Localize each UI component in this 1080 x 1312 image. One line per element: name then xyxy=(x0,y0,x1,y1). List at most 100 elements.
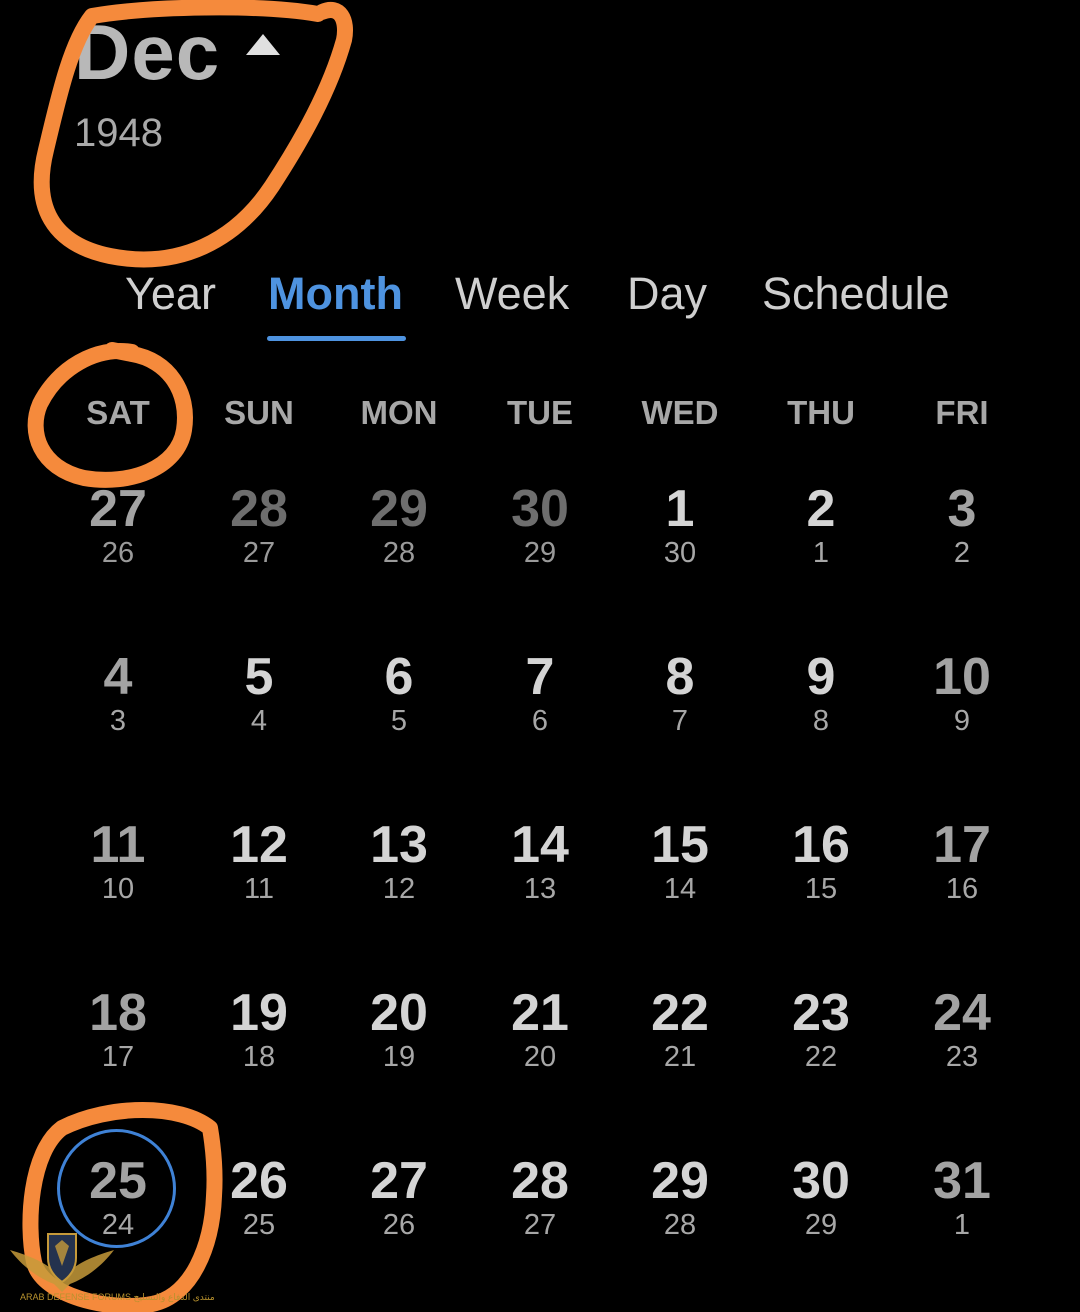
day-cell[interactable]: 18 17 xyxy=(48,982,188,1132)
day-cell[interactable]: 11 10 xyxy=(48,814,188,964)
gregorian-date: 1 xyxy=(665,480,695,538)
day-cell[interactable]: 32 xyxy=(892,478,1032,628)
gregorian-date: 24 xyxy=(933,984,991,1042)
gregorian-date: 27 xyxy=(89,480,147,538)
secondary-date: 25 xyxy=(242,1209,276,1241)
weekday-mon: MON xyxy=(360,394,438,431)
tab-day[interactable]: Day xyxy=(627,264,707,324)
secondary-date: 28 xyxy=(663,1209,697,1241)
secondary-date: 8 xyxy=(812,705,830,737)
tab-year[interactable]: Year xyxy=(125,264,216,324)
gregorian-date: 28 xyxy=(230,480,288,538)
day-cell[interactable]: 76 xyxy=(470,646,610,796)
secondary-date: 26 xyxy=(101,537,135,569)
tab-week[interactable]: Week xyxy=(455,264,569,324)
secondary-date: 11 xyxy=(243,873,275,905)
secondary-date: 7 xyxy=(671,705,689,737)
month-selector[interactable]: Dec xyxy=(74,10,281,94)
day-cell[interactable]: 87 xyxy=(610,646,750,796)
gregorian-date: 30 xyxy=(792,1152,850,1210)
gregorian-date: 30 xyxy=(511,480,569,538)
day-cell[interactable]: 29 28 xyxy=(610,1150,750,1300)
gregorian-date: 2 xyxy=(806,480,836,538)
view-tabs: Year Month Week Day Schedule xyxy=(0,264,1080,344)
secondary-date: 28 xyxy=(382,537,416,569)
day-cell[interactable]: 43 xyxy=(48,646,188,796)
day-cell[interactable]: 98 xyxy=(751,646,891,796)
gregorian-date: 5 xyxy=(244,648,274,706)
gregorian-date: 3 xyxy=(947,480,977,538)
secondary-date: 19 xyxy=(382,1041,416,1073)
day-cell[interactable]: 16 15 xyxy=(751,814,891,964)
day-cell[interactable]: 1 30 xyxy=(610,478,750,628)
day-cell[interactable]: 27 26 xyxy=(48,478,188,628)
gregorian-date: 4 xyxy=(103,648,133,706)
day-cell[interactable]: 28 27 xyxy=(470,1150,610,1300)
day-cell[interactable]: 21 20 xyxy=(470,982,610,1132)
gregorian-date: 10 xyxy=(933,648,991,706)
gregorian-date: 29 xyxy=(651,1152,709,1210)
year-label: 1948 xyxy=(74,111,163,155)
secondary-date: 1 xyxy=(812,537,830,569)
day-cell[interactable]: 12 11 xyxy=(189,814,329,964)
day-cell[interactable]: 31 1 xyxy=(892,1150,1032,1300)
day-cell[interactable]: 54 xyxy=(189,646,329,796)
gregorian-date: 19 xyxy=(230,984,288,1042)
day-cell[interactable]: 29 28 xyxy=(329,478,469,628)
secondary-date: 27 xyxy=(523,1209,557,1241)
month-title[interactable]: Dec xyxy=(74,10,220,94)
active-tab-indicator xyxy=(267,336,406,341)
gregorian-date: 15 xyxy=(651,816,709,874)
weekday-fri: FRI xyxy=(935,394,989,431)
day-cell[interactable]: 30 29 xyxy=(470,478,610,628)
secondary-date: 22 xyxy=(804,1041,838,1073)
gregorian-date: 25 xyxy=(89,1152,147,1210)
secondary-date: 9 xyxy=(953,705,971,737)
gregorian-date: 20 xyxy=(370,984,428,1042)
secondary-date: 6 xyxy=(531,705,549,737)
day-cell[interactable]: 27 26 xyxy=(329,1150,469,1300)
gregorian-date: 18 xyxy=(89,984,147,1042)
day-cell[interactable]: 15 14 xyxy=(610,814,750,964)
secondary-date: 21 xyxy=(663,1041,697,1073)
gregorian-date: 21 xyxy=(511,984,569,1042)
secondary-date: 10 xyxy=(101,873,135,905)
day-cell[interactable]: 21 xyxy=(751,478,891,628)
day-cell[interactable]: 28 27 xyxy=(189,478,329,628)
day-cell[interactable]: 17 16 xyxy=(892,814,1032,964)
gregorian-date: 16 xyxy=(792,816,850,874)
secondary-date: 29 xyxy=(804,1209,838,1241)
day-cell[interactable]: 10 9 xyxy=(892,646,1032,796)
triangle-up-icon[interactable] xyxy=(246,34,281,55)
tab-month[interactable]: Month xyxy=(268,264,403,324)
gregorian-date: 12 xyxy=(230,816,288,874)
secondary-date: 26 xyxy=(382,1209,416,1241)
month-header: Dec 1948 xyxy=(74,10,281,156)
gregorian-date: 13 xyxy=(370,816,428,874)
secondary-date: 14 xyxy=(663,873,697,905)
day-cell[interactable]: 65 xyxy=(329,646,469,796)
tab-schedule[interactable]: Schedule xyxy=(762,264,950,324)
day-cell[interactable]: 26 25 xyxy=(189,1150,329,1300)
day-cell[interactable]: 30 29 xyxy=(751,1150,891,1300)
gregorian-date: 31 xyxy=(933,1152,991,1210)
day-cell[interactable]: 20 19 xyxy=(329,982,469,1132)
secondary-date: 15 xyxy=(804,873,838,905)
gregorian-date: 8 xyxy=(665,648,695,706)
day-cell[interactable]: 14 13 xyxy=(470,814,610,964)
secondary-date: 17 xyxy=(101,1041,135,1073)
gregorian-date: 17 xyxy=(933,816,991,874)
secondary-date: 4 xyxy=(250,705,268,737)
day-cell[interactable]: 19 18 xyxy=(189,982,329,1132)
secondary-date: 18 xyxy=(242,1041,276,1073)
day-cell[interactable]: 24 23 xyxy=(892,982,1032,1132)
weekday-sun: SUN xyxy=(224,394,294,431)
weekday-wed: WED xyxy=(641,394,719,431)
secondary-date: 27 xyxy=(242,537,276,569)
day-cell[interactable]: 22 21 xyxy=(610,982,750,1132)
secondary-date: 13 xyxy=(523,873,557,905)
gregorian-date: 29 xyxy=(370,480,428,538)
day-cell[interactable]: 23 22 xyxy=(751,982,891,1132)
watermark-text: ARAB DEFENSE FORUMS منتدى الدفاع والتسلي… xyxy=(20,1292,215,1302)
day-cell[interactable]: 13 12 xyxy=(329,814,469,964)
